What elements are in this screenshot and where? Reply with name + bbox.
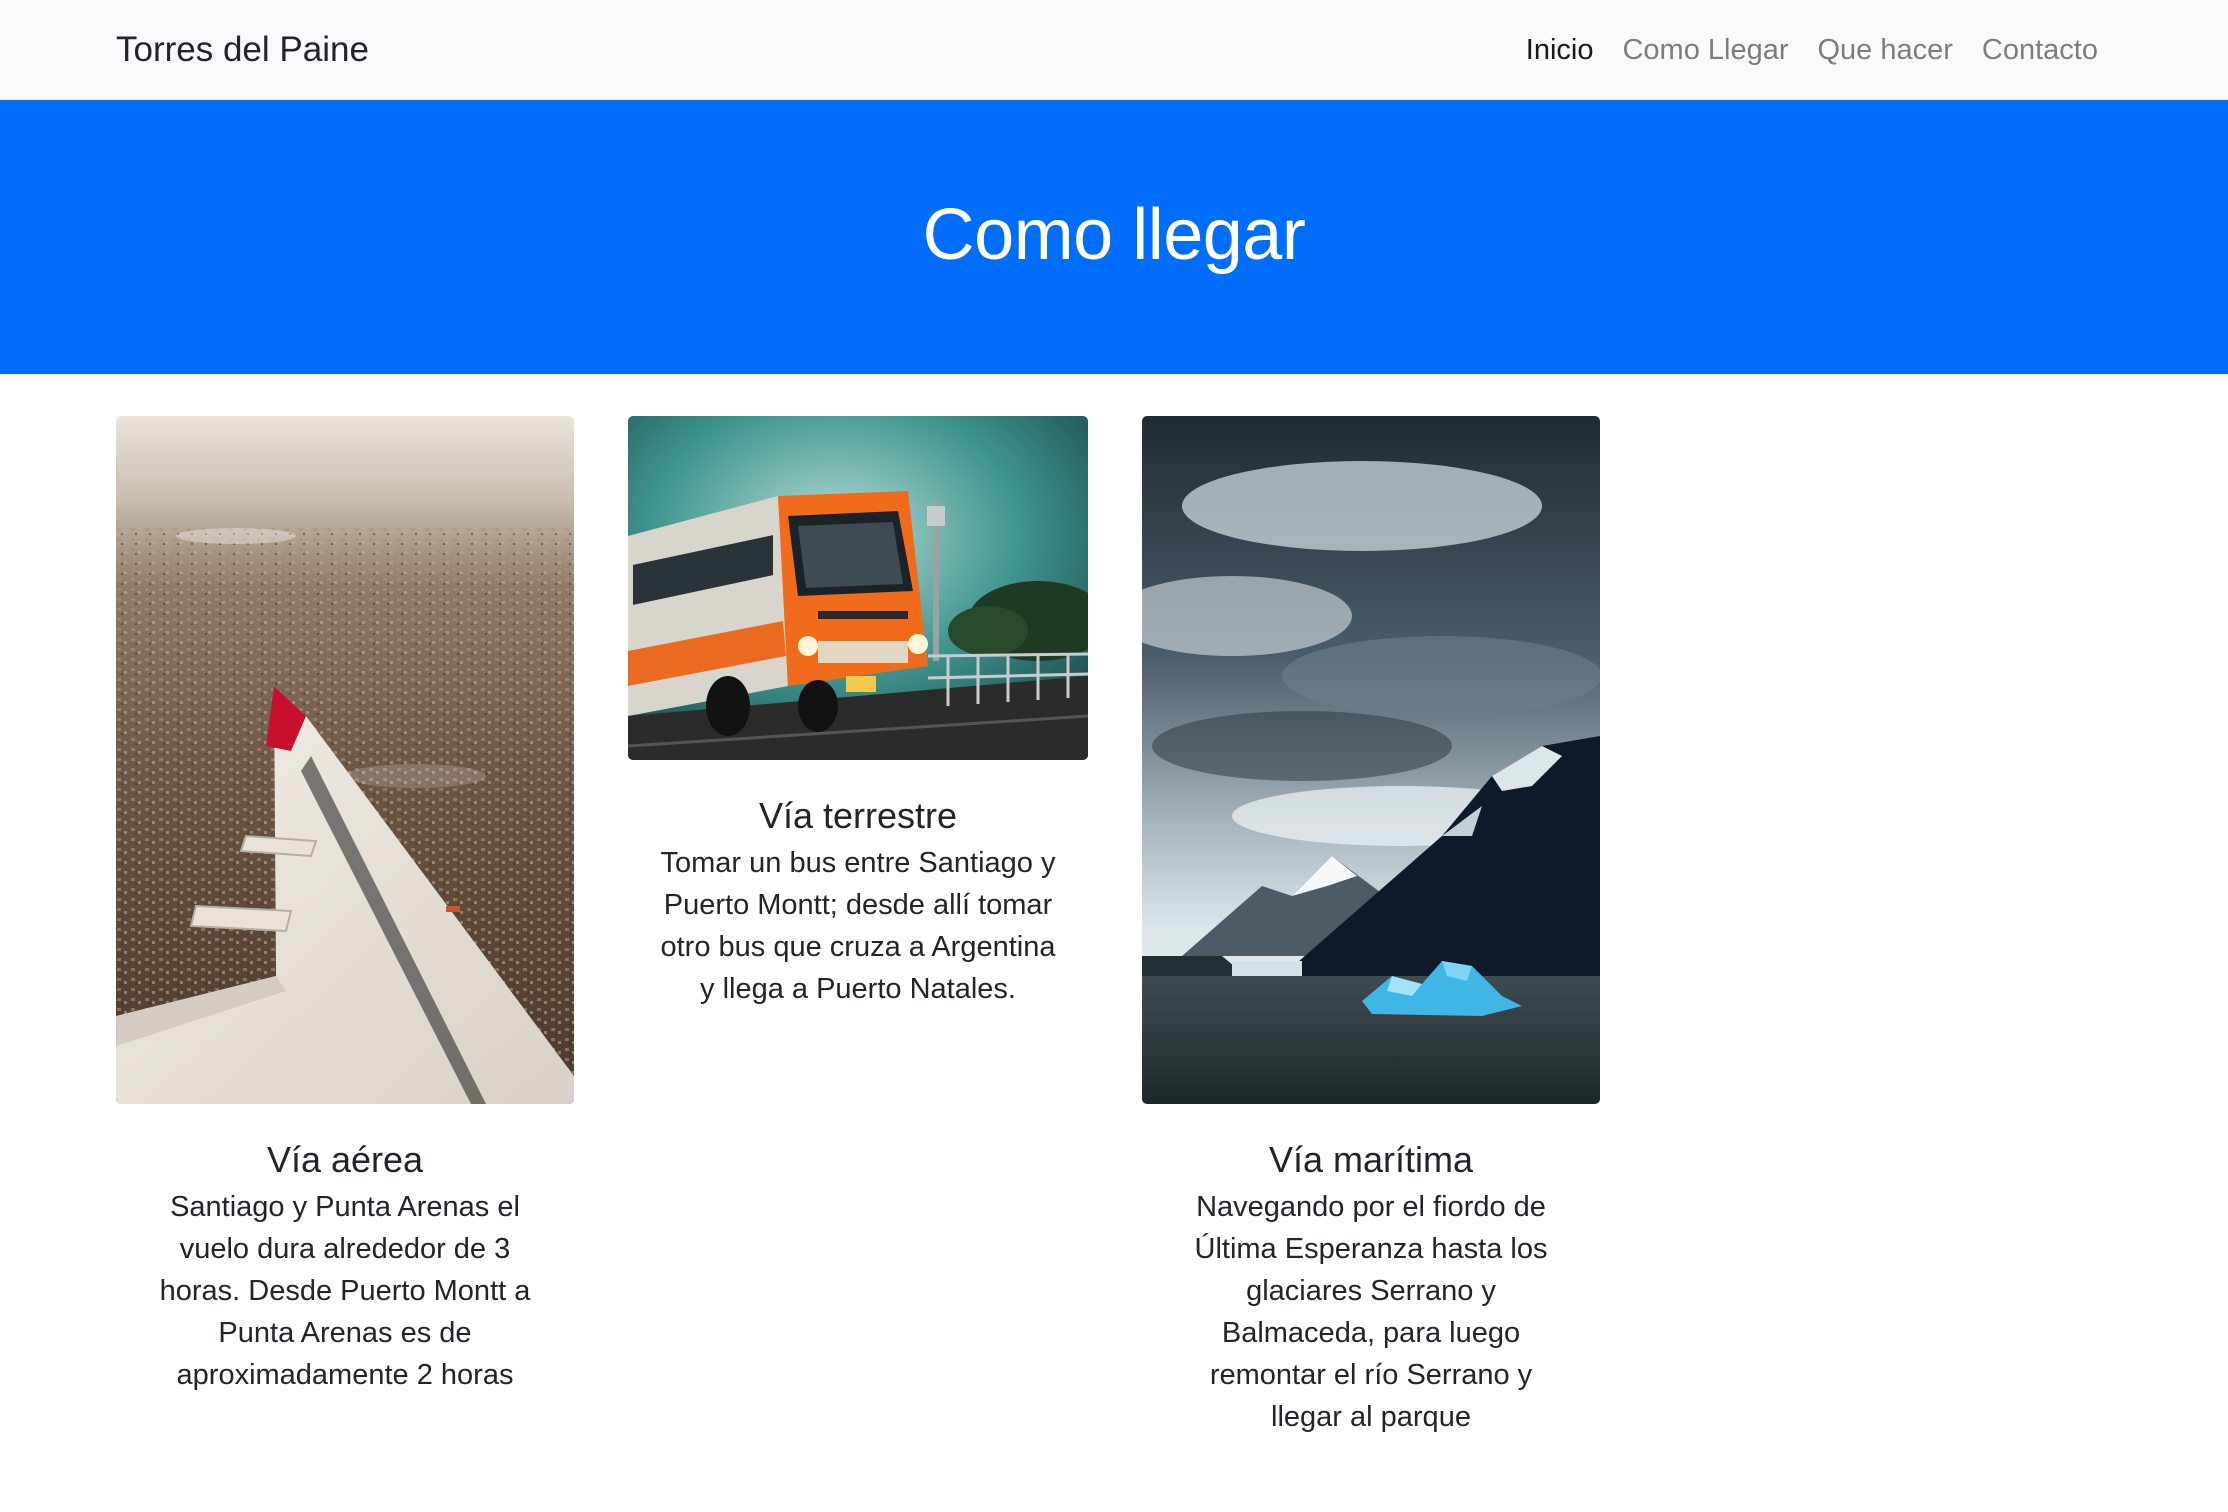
nav-link-como-llegar[interactable]: Como Llegar [1622,34,1788,66]
orange-bus-photo [628,416,1088,760]
nav-link-inicio[interactable]: Inicio [1526,34,1594,66]
nav-link-que-hacer[interactable]: Que hacer [1818,34,1953,66]
page-title: Como llegar [922,195,1306,275]
card-title: Vía marítima [1268,1139,1474,1180]
nav-link-contacto[interactable]: Contacto [1982,34,2098,66]
nav-item-inicio: Inicio [1526,28,1594,72]
glacier-iceberg-photo [1142,416,1600,1104]
card-via-aerea: Vía aérea Santiago y Punta Arenas el vue… [116,416,574,1396]
card-via-terrestre: Vía terrestre Tomar un bus entre Santiag… [628,416,1088,1010]
card-via-maritima: Vía marítima Navegando por el fiordo de … [1142,416,1600,1438]
airplane-wing-photo [116,416,574,1104]
nav-item-contacto: Contacto [1982,28,2098,72]
navbar-brand[interactable]: Torres del Paine [116,28,369,72]
card-text: Santiago y Punta Arenas el vuelo dura al… [159,1191,531,1391]
card-title: Vía terrestre [758,795,958,836]
card-text: Tomar un bus entre Santiago y Puerto Mon… [660,847,1056,1005]
card-text: Navegando por el fiordo de Última Espera… [1194,1191,1548,1433]
nav-links: Inicio Como Llegar Que hacer Contacto [1526,28,2098,72]
nav-item-como-llegar: Como Llegar [1622,28,1788,72]
card-title: Vía aérea [266,1139,424,1180]
navbar: Torres del Paine Inicio Como Llegar Que … [0,0,2228,100]
hero-jumbotron: Como llegar [0,100,2228,374]
nav-item-que-hacer: Que hacer [1818,28,1953,72]
